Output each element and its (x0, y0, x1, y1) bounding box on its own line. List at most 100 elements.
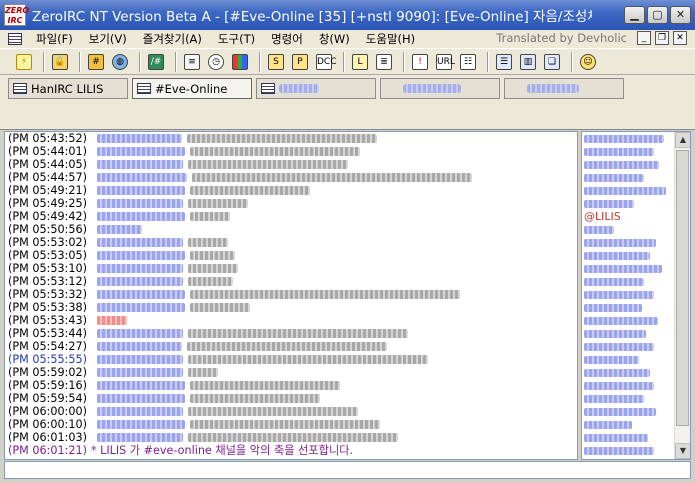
globe-icon[interactable]: ◍ (110, 52, 130, 72)
chat-line: (PM 05:54:27) (5, 340, 577, 353)
blurred-nickname (584, 381, 654, 390)
server-lock-icon[interactable]: 🔒 (50, 52, 70, 72)
chat-line: (PM 05:43:52) (5, 132, 577, 145)
blurred-message (189, 147, 360, 156)
connect-lightning-icon[interactable]: ⚡ (14, 52, 34, 72)
blurred-message (186, 134, 377, 143)
blurred-nickname (96, 186, 185, 195)
timestamp: (PM 06:01:03) (8, 431, 87, 444)
status-window-icon (13, 83, 27, 94)
tab-blurred-channel[interactable] (504, 78, 624, 99)
chat-line: (PM 05:44:05) (5, 158, 577, 171)
minimize-button[interactable]: ▁ (624, 6, 645, 24)
message-input[interactable] (4, 461, 691, 479)
blurred-nickname (584, 186, 666, 195)
blurred-nickname (96, 290, 185, 299)
chat-line: (PM 05:53:02) (5, 236, 577, 249)
tile-horizontal-icon[interactable]: ☰ (494, 52, 514, 72)
timestamp: (PM 05:53:05) (8, 249, 87, 262)
scroll-down-arrow-icon[interactable]: ▼ (675, 443, 690, 459)
nick-list[interactable]: @LILIS ▲ ▼ (581, 131, 691, 460)
join-channel-icon[interactable]: /# (146, 52, 166, 72)
timestamp: (PM 06:00:10) (8, 418, 87, 431)
close-button[interactable]: ✕ (670, 6, 691, 24)
tab-hanirc-lilis[interactable]: HanIRC LILIS (8, 78, 128, 99)
blurred-nickname (96, 420, 185, 429)
menu-help[interactable]: 도움말(H) (358, 31, 423, 47)
blurred-nickname (96, 173, 187, 182)
blurred-nickname (584, 368, 650, 377)
menu-tools[interactable]: 도구(T) (210, 31, 263, 47)
color-palette-icon[interactable] (230, 52, 250, 72)
timestamp: (PM 05:53:32) (8, 288, 87, 301)
menu-commands[interactable]: 명령어 (263, 31, 311, 47)
text-file-icon[interactable]: ≣ (374, 52, 394, 72)
timestamp: (PM 05:53:10) (8, 262, 87, 275)
toolbar-separator (79, 51, 81, 72)
timestamp: (PM 05:59:02) (8, 366, 87, 379)
dcc-file-icon[interactable]: DCC (314, 52, 337, 72)
channel-window-icon[interactable] (8, 33, 22, 45)
blurred-nickname (96, 394, 185, 403)
log-file-icon[interactable]: L (350, 52, 370, 72)
tab-label: #Eve-Online (155, 81, 228, 96)
tab-eve-online[interactable]: #Eve-Online (132, 78, 252, 99)
nicklist-scrollbar[interactable]: ▲ ▼ (674, 132, 690, 459)
blurred-nickname (96, 134, 182, 143)
blurred-nickname (96, 225, 142, 234)
translated-by-label: Translated by Devholic (496, 31, 627, 45)
alert-file-icon[interactable]: ! (410, 52, 430, 72)
blurred-nickname (96, 147, 185, 156)
script-file-icon[interactable]: S (266, 52, 286, 72)
user-icon[interactable]: ☺ (578, 52, 598, 72)
blurred-nickname (96, 160, 183, 169)
timestamp: (PM 05:53:44) (8, 327, 87, 340)
chat-line: (PM 05:53:44) (5, 327, 577, 340)
blurred-nickname (96, 368, 183, 377)
blurred-nickname (96, 264, 183, 273)
maximize-button[interactable]: ▢ (647, 6, 668, 24)
blurred-message (187, 433, 398, 442)
toolbar-separator (487, 51, 489, 72)
blurred-nickname (584, 160, 659, 169)
tab-blurred-channel[interactable] (256, 78, 376, 99)
scroll-up-arrow-icon[interactable]: ▲ (675, 132, 690, 148)
timestamp: (PM 05:49:21) (8, 184, 87, 197)
chat-line: (PM 05:59:54) (5, 392, 577, 405)
blurred-message (189, 303, 250, 312)
mdi-close-button[interactable]: ✕ (673, 31, 687, 45)
menu-window[interactable]: 창(W) (311, 31, 358, 47)
chat-line: (PM 05:53:12) (5, 275, 577, 288)
chat-log[interactable]: (PM 05:43:52) (PM 05:44:01) (PM 05:44:05)(… (4, 131, 578, 460)
blurred-nickname (584, 134, 664, 143)
timestamp: (PM 05:53:38) (8, 301, 87, 314)
blurred-nickname (584, 290, 654, 299)
address-book-icon[interactable]: ☷ (458, 52, 478, 72)
system-message: (PM 06:01:21) * LILIS 가 #eve-online 채널을 … (5, 444, 577, 457)
mdi-restore-button[interactable]: ❐ (655, 31, 669, 45)
tab-blurred-channel[interactable] (380, 78, 500, 99)
menu-view[interactable]: 보기(V) (81, 31, 135, 47)
menu-file[interactable]: 파일(F) (28, 31, 81, 47)
timestamp: (PM 05:53:02) (8, 236, 87, 249)
timer-clock-icon[interactable]: ◷ (206, 52, 226, 72)
timestamp: (PM 05:49:25) (8, 197, 87, 210)
preferences-file-icon[interactable]: P (290, 52, 310, 72)
mdi-minimize-button[interactable]: _ (637, 31, 651, 45)
chat-line: (PM 06:00:00) (5, 405, 577, 418)
blurred-nickname (584, 329, 646, 338)
url-list-icon[interactable]: URL (434, 52, 455, 72)
chat-line: (PM 05:49:25) (5, 197, 577, 210)
blurred-nickname (96, 238, 183, 247)
chat-line: (PM 06:01:03) (5, 431, 577, 444)
tile-vertical-icon[interactable]: ▥ (518, 52, 538, 72)
scroll-thumb[interactable] (676, 150, 689, 426)
blurred-message (189, 212, 230, 221)
channel-window-icon (137, 83, 151, 94)
notes-icon[interactable]: ≡ (182, 52, 202, 72)
menu-favorites[interactable]: 즐겨찾기(A) (135, 31, 210, 47)
chat-line: (PM 05:49:21) (5, 184, 577, 197)
channel-folder-icon[interactable]: # (86, 52, 106, 72)
cascade-windows-icon[interactable]: ❏ (542, 52, 562, 72)
blurred-nickname (584, 238, 656, 247)
